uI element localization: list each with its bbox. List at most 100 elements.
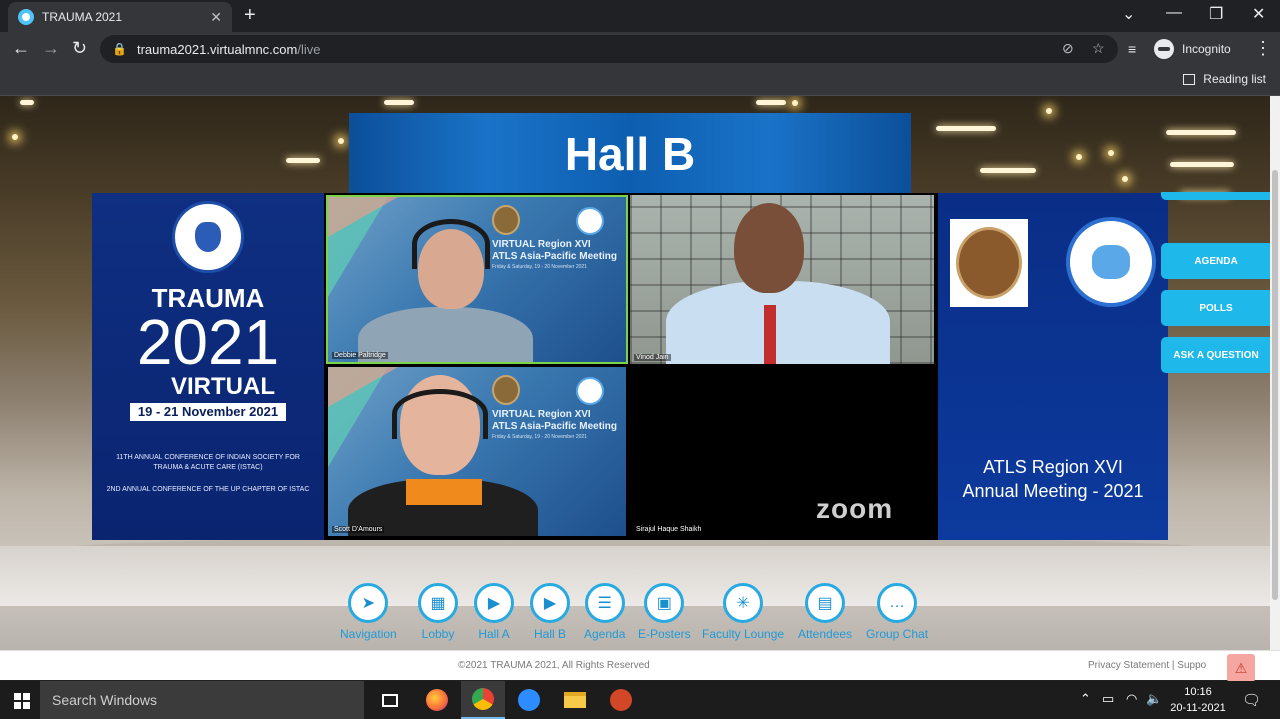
nav-label: Navigation bbox=[340, 627, 397, 641]
clipboard-list-icon: ☰ bbox=[584, 583, 625, 623]
headset-icon bbox=[392, 389, 488, 439]
volume-icon[interactable]: 🔈 bbox=[1146, 691, 1162, 707]
nav-attendees[interactable]: ▤ Attendees bbox=[798, 583, 852, 641]
tab-search-chevron-icon[interactable]: ⌄ bbox=[1122, 4, 1135, 24]
poster-year-text: 2021 bbox=[136, 306, 280, 378]
nav-e-posters[interactable]: ▣ E-Posters bbox=[638, 583, 691, 641]
nav-agenda[interactable]: ☰ Agenda bbox=[584, 583, 625, 641]
wifi-icon[interactable]: ◠ bbox=[1126, 691, 1137, 707]
slide-graphic bbox=[328, 197, 398, 237]
slide-line3: Friday & Saturday, 19 - 20 November 2021 bbox=[492, 434, 587, 440]
lock-icon: 🔒 bbox=[112, 42, 127, 56]
video-tile-debbie[interactable]: VIRTUAL Region XVI ATLS Asia-Pacific Mee… bbox=[326, 195, 628, 364]
video-tile-scott[interactable]: VIRTUAL Region XVI ATLS Asia-Pacific Mee… bbox=[328, 367, 626, 536]
side-button-partial[interactable] bbox=[1161, 192, 1270, 200]
nav-label: Hall B bbox=[533, 627, 566, 641]
poster-right-title2: Annual Meeting - 2021 bbox=[962, 481, 1144, 501]
polls-side-button[interactable]: POLLS bbox=[1161, 290, 1270, 326]
search-placeholder: Search Windows bbox=[52, 692, 158, 708]
url-path: /live bbox=[297, 41, 321, 57]
notifications-icon[interactable]: 🗨 bbox=[1242, 691, 1261, 709]
bookmark-star-icon[interactable]: ☆ bbox=[1092, 40, 1105, 57]
poster-right-title1: ATLS Region XVI bbox=[983, 457, 1123, 477]
page-footer: ©2021 TRAUMA 2021, All Rights Reserved P… bbox=[0, 650, 1280, 682]
ceiling-spotlight bbox=[338, 138, 344, 144]
media-queue-icon[interactable]: ≡ bbox=[1128, 41, 1136, 57]
video-tile-vinod[interactable]: Vinod Jain bbox=[630, 195, 934, 364]
ceiling-light bbox=[286, 158, 320, 163]
nav-group-chat[interactable]: … Group Chat bbox=[866, 583, 928, 641]
nav-hall-a[interactable]: ▶ Hall A bbox=[474, 583, 514, 641]
bookmarks-bar: Reading list bbox=[0, 66, 1280, 96]
tab-title: TRAUMA 2021 bbox=[42, 10, 123, 24]
participant-shirt-collar bbox=[406, 479, 482, 505]
nav-label: Lobby bbox=[421, 627, 455, 641]
nav-navigation[interactable]: ➤ Navigation bbox=[340, 583, 397, 641]
ceiling-light bbox=[1170, 162, 1234, 167]
nav-label: E-Posters bbox=[638, 627, 691, 641]
browser-menu-icon[interactable]: ⋮ bbox=[1254, 38, 1272, 59]
slide-line1: VIRTUAL Region XVI bbox=[492, 239, 591, 250]
windows-taskbar: Search Windows ⌃ ▭ ◠ 🔈 10:16 20-11-2021 … bbox=[0, 681, 1280, 719]
restore-icon[interactable]: ❐ bbox=[1209, 4, 1223, 24]
slide-atls-logo-icon bbox=[576, 377, 604, 405]
chat-bubble-icon: … bbox=[877, 583, 918, 623]
window-close-icon[interactable]: ✕ bbox=[1252, 4, 1265, 24]
tracking-blocked-eye-icon[interactable]: ⊘ bbox=[1062, 40, 1074, 57]
network-icon: ✳ bbox=[723, 583, 764, 623]
poster-virtual-text: VIRTUAL bbox=[171, 373, 275, 400]
poster-conference-line1: 11TH ANNUAL CONFERENCE OF INDIAN SOCIETY… bbox=[116, 454, 300, 471]
participant-name: Sirajul Haque Shaikh bbox=[634, 526, 704, 533]
taskbar-search-input[interactable]: Search Windows bbox=[40, 681, 364, 719]
ceiling-spotlight bbox=[1108, 150, 1114, 156]
agenda-side-button[interactable]: AGENDA bbox=[1161, 243, 1270, 279]
battery-icon[interactable]: ▭ bbox=[1102, 691, 1114, 707]
slide-line2: ATLS Asia-Pacific Meeting bbox=[492, 421, 618, 432]
chrome-icon[interactable] bbox=[461, 681, 505, 719]
reading-list-button[interactable]: Reading list bbox=[1183, 72, 1266, 86]
ceiling-light bbox=[1166, 130, 1236, 135]
firefox-icon[interactable] bbox=[415, 681, 459, 719]
ask-question-side-button[interactable]: ASK A QUESTION bbox=[1161, 337, 1270, 373]
video-play-icon: ▶ bbox=[530, 583, 570, 623]
ceiling-light bbox=[936, 126, 996, 131]
hall-navigation-bar: ➤ Navigation ▦ Lobby ▶ Hall A ▶ Hall B ☰… bbox=[336, 583, 956, 643]
address-bar[interactable]: 🔒 trauma2021.virtualmnc.com /live ⊘ ☆ bbox=[100, 35, 1118, 63]
video-play-icon: ▶ bbox=[474, 583, 514, 623]
task-view-icon[interactable] bbox=[368, 681, 412, 719]
incognito-icon bbox=[1154, 39, 1174, 59]
browser-tab[interactable]: TRAUMA 2021 ✕ bbox=[8, 2, 232, 32]
reload-icon[interactable]: ↻ bbox=[72, 38, 87, 59]
file-explorer-icon[interactable] bbox=[553, 681, 597, 719]
slide-emblem-icon bbox=[492, 205, 520, 235]
windows-start-icon[interactable] bbox=[14, 693, 30, 709]
ceiling-spotlight bbox=[792, 100, 798, 106]
tray-expand-chevron-icon[interactable]: ⌃ bbox=[1080, 691, 1091, 707]
minimize-icon[interactable]: — bbox=[1166, 4, 1182, 22]
participant-name: Debbie Paltridge bbox=[332, 352, 388, 359]
nav-faculty-lounge[interactable]: ✳ Faculty Lounge bbox=[702, 583, 784, 641]
page-scrollbar-thumb[interactable] bbox=[1272, 170, 1278, 600]
taskbar-clock[interactable]: 10:16 20-11-2021 bbox=[1166, 684, 1230, 716]
nav-label: Attendees bbox=[798, 627, 853, 641]
nav-hall-b[interactable]: ▶ Hall B bbox=[530, 583, 570, 641]
new-tab-icon[interactable]: + bbox=[244, 4, 256, 27]
nav-lobby[interactable]: ▦ Lobby bbox=[418, 583, 458, 641]
zoom-app-icon[interactable] bbox=[507, 681, 551, 719]
warning-icon[interactable]: ⚠ bbox=[1227, 654, 1255, 682]
zoom-logo: zoom bbox=[816, 493, 894, 524]
tab-close-icon[interactable]: ✕ bbox=[210, 9, 222, 26]
ceiling-light bbox=[384, 100, 414, 105]
back-arrow-icon[interactable]: ← bbox=[12, 38, 30, 59]
ceiling-light bbox=[756, 100, 786, 105]
istac-logo-icon bbox=[172, 201, 244, 273]
footer-links[interactable]: Privacy Statement | Suppo bbox=[1088, 660, 1206, 671]
ceiling-spotlight bbox=[1046, 108, 1052, 114]
ceiling-light bbox=[20, 100, 34, 105]
incognito-profile[interactable]: Incognito bbox=[1154, 37, 1231, 61]
poster-conference-line2: 2ND ANNUAL CONFERENCE OF THE UP CHAPTER … bbox=[106, 486, 310, 493]
forward-arrow-icon[interactable]: → bbox=[42, 38, 60, 59]
powerpoint-icon[interactable] bbox=[599, 681, 643, 719]
slide-graphic bbox=[328, 367, 398, 407]
nav-label: Faculty Lounge bbox=[702, 627, 785, 641]
